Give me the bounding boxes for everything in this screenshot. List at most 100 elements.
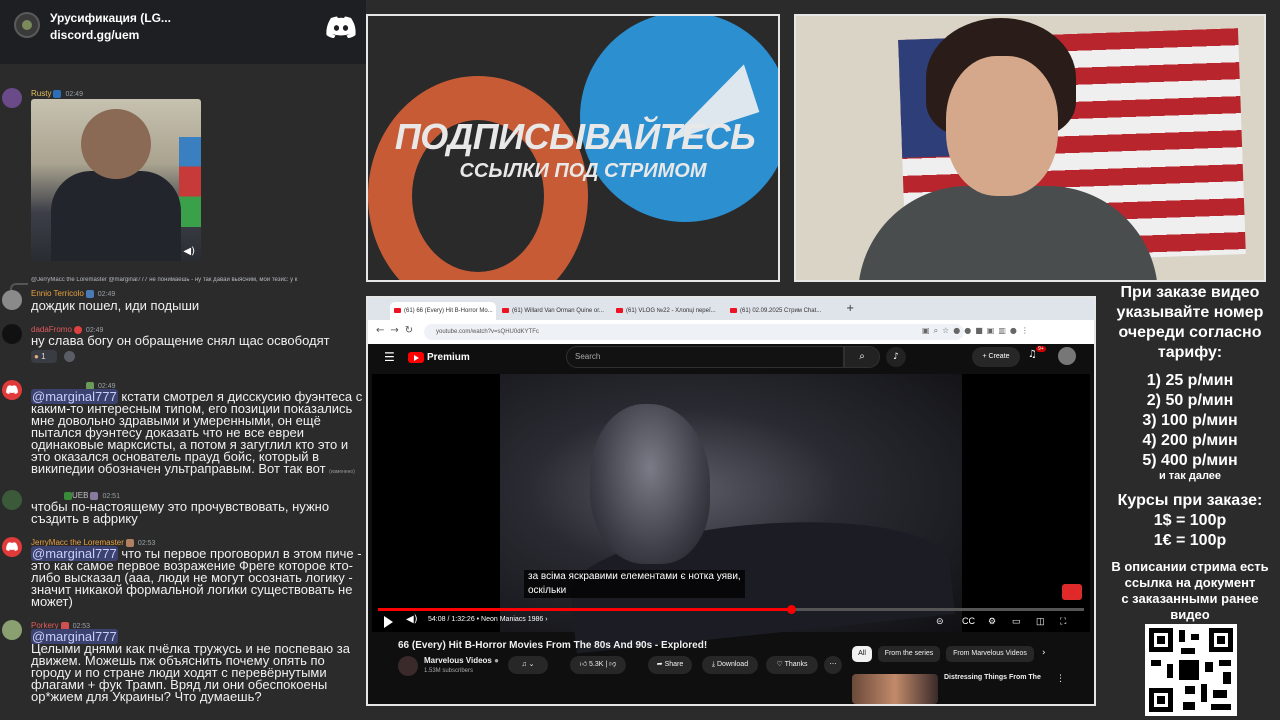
add-reaction-icon[interactable] <box>64 351 75 362</box>
more-actions-button[interactable]: ⋯ <box>824 656 842 674</box>
voice-search-icon[interactable]: ♪ <box>886 347 906 367</box>
browser-tab[interactable]: (61) 02.09.2025 Стрим Chat... <box>726 302 838 320</box>
progress-bar[interactable] <box>378 605 1084 614</box>
username[interactable]: Rusty 02:49 <box>31 89 83 98</box>
search-button[interactable]: ⌕ <box>844 346 880 368</box>
discord-chat-panel: Урусификация (LG... discord.gg/uem Rusty… <box>0 0 366 720</box>
price-tier: 5) 400 р/мин <box>1142 452 1238 469</box>
subtitle-line: за всіма яскравими елементами є нотка уя… <box>528 571 741 582</box>
flag-image <box>179 137 201 227</box>
new-tab-icon[interactable]: + <box>846 303 854 314</box>
share-icon: ➦ <box>656 661 663 668</box>
tab-title: (61) Willard Van Orman Quine or... <box>512 308 604 314</box>
chevron-right-icon[interactable]: › <box>1042 648 1046 658</box>
user-avatar[interactable] <box>2 620 22 640</box>
browser-tab-active[interactable]: (61) 66 (Every) Hit B-Horror Mo... <box>390 302 496 320</box>
youtube-favicon-icon <box>502 308 509 313</box>
verified-icon: ● <box>494 656 499 665</box>
extension-icon[interactable]: ▣ <box>987 326 999 335</box>
qr-module <box>1191 634 1199 640</box>
menu-icon[interactable]: ⋮ <box>1021 326 1033 335</box>
account-avatar[interactable] <box>1058 347 1076 365</box>
user-avatar[interactable] <box>2 380 22 400</box>
subtitle-line: оскільки <box>528 585 567 596</box>
captions-icon[interactable]: CC <box>962 616 975 626</box>
channel-watermark-icon[interactable] <box>1062 584 1082 600</box>
search-input[interactable]: Search <box>566 346 844 368</box>
play-icon[interactable] <box>384 616 393 628</box>
forward-icon[interactable]: → <box>390 325 404 336</box>
user-avatar[interactable] <box>2 324 22 344</box>
info-text: указывайте номер <box>1116 304 1264 321</box>
extension-icon[interactable]: ■ <box>975 326 987 335</box>
more-options-icon[interactable]: ⋮ <box>1056 674 1065 684</box>
badge-icon <box>85 289 94 298</box>
channel-avatar[interactable] <box>398 656 418 676</box>
bell-icon: ♫ <box>521 661 527 668</box>
youtube-logo-icon[interactable] <box>408 352 424 363</box>
share-button[interactable]: ➦ Share <box>648 656 692 674</box>
price-tier: 3) 100 р/мин <box>1142 412 1238 429</box>
create-button[interactable]: + Create <box>972 347 1020 367</box>
recommended-title[interactable]: Distressing Things From The <box>944 674 1041 681</box>
download-button[interactable]: ⤓ Download <box>702 656 758 674</box>
miniplayer-icon[interactable]: ▭ <box>1012 616 1021 627</box>
like-dislike-button[interactable]: 👍︎ 5.3K | 👎︎ <box>570 656 626 674</box>
extension-icon[interactable]: ▥ <box>998 326 1010 335</box>
youtube-premium-label[interactable]: Premium <box>427 352 470 363</box>
youtube-favicon-icon <box>616 308 623 313</box>
nav-buttons[interactable]: ←→↻ <box>376 325 419 336</box>
user-avatar[interactable] <box>2 537 22 557</box>
extension-icons[interactable]: ▣⌕☆●●■▣▥●⋮ <box>922 326 1033 336</box>
back-icon[interactable]: ← <box>376 325 390 336</box>
username[interactable]: Ennio Terricolo 02:49 <box>31 289 115 298</box>
filter-chip-channel[interactable]: From Marvelous Videos <box>946 646 1034 662</box>
filter-chip-series[interactable]: From the series <box>878 646 940 662</box>
share-label: Share <box>664 661 684 668</box>
reaction-chip[interactable]: ● 1 <box>31 350 57 363</box>
stream-layout: Урусификация (LG... discord.gg/uem Rusty… <box>0 0 1280 720</box>
hamburger-menu-icon[interactable]: ☰ <box>384 350 395 364</box>
filter-chip-all[interactable]: All <box>852 646 872 662</box>
reply-preview[interactable]: @JerryMacc the Loremaster @marginal777 н… <box>31 277 366 287</box>
info-text: тарифу: <box>1157 344 1223 361</box>
message-text: @marginal777 что ты первое проговорил в … <box>31 546 363 608</box>
subscribe-notification-button[interactable]: ♫ ⌄ <box>508 656 548 674</box>
user-avatar[interactable] <box>2 290 22 310</box>
user-avatar[interactable] <box>2 490 22 510</box>
autoplay-toggle-icon[interactable]: ⊝ <box>936 616 944 627</box>
star-icon[interactable]: ☆ <box>942 326 953 335</box>
extension-icon[interactable]: ▣ <box>922 326 934 335</box>
extension-icon[interactable]: ● <box>964 326 975 335</box>
address-bar[interactable]: youtube.com/watch?v=sQHU0dKYTFc <box>424 324 964 340</box>
settings-gear-icon[interactable]: ⚙ <box>988 616 996 627</box>
user-avatar[interactable] <box>2 88 22 108</box>
sound-icon[interactable]: ◀) <box>183 246 195 257</box>
qr-module <box>1185 686 1195 694</box>
reload-icon[interactable]: ↻ <box>405 325 419 336</box>
subscriber-count: 1.53M subscribers <box>424 668 474 674</box>
chat-message: 02:49 @marginal777 кстати смотрел я дисс… <box>0 378 366 478</box>
browser-tab[interactable]: (61) Willard Van Orman Quine or... <box>498 302 610 320</box>
recommended-thumbnail[interactable] <box>852 674 938 704</box>
chat-gif-embed[interactable]: ◀) <box>31 99 201 261</box>
thanks-button[interactable]: ♡ Thanks <box>766 656 818 674</box>
scrubber-handle[interactable] <box>787 605 796 614</box>
discord-server-header[interactable]: Урусификация (LG... discord.gg/uem <box>0 0 366 64</box>
dislike-icon: 👎︎ <box>609 661 617 668</box>
streamer-face <box>946 56 1058 196</box>
video-player[interactable]: за всіма яскравими елементами є нотка уя… <box>372 374 1090 654</box>
qr-module <box>1181 648 1195 654</box>
search-icon[interactable]: ⌕ <box>934 326 942 335</box>
channel-name[interactable]: Marvelous Videos ● <box>424 656 499 665</box>
qr-module <box>1211 704 1231 710</box>
profile-icon[interactable]: ● <box>1010 326 1021 335</box>
cast-icon[interactable]: ◫ <box>1036 616 1045 627</box>
time-display[interactable]: 54:08 / 1:32:26 • Neon Maniacs 1986 › <box>428 616 548 623</box>
message-text: @marginal777 кстати смотрел я дисскусию … <box>31 389 363 478</box>
fullscreen-icon[interactable]: ⛶ <box>1060 616 1066 627</box>
browser-tab[interactable]: (61) VLOG №22 - Хлопці переї... <box>612 302 724 320</box>
volume-icon[interactable]: ◀) <box>406 614 418 625</box>
extension-icon[interactable]: ● <box>953 326 964 335</box>
server-invite-link[interactable]: discord.gg/uem <box>50 28 139 42</box>
